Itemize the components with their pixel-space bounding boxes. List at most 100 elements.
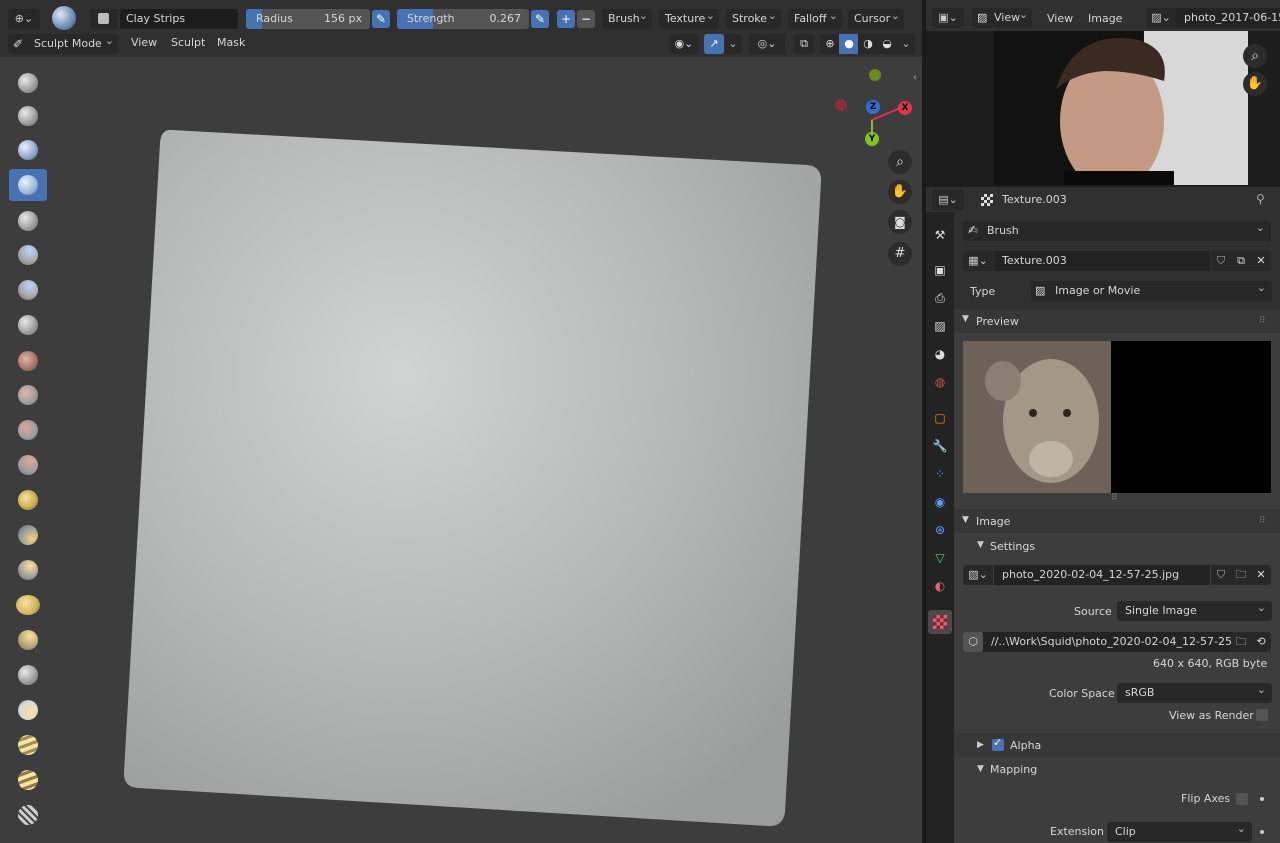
- duplicate-icon[interactable]: ⧉: [1231, 251, 1251, 271]
- modifier-tab-icon[interactable]: 🔧: [932, 438, 948, 454]
- image-editor-menu-view[interactable]: View: [1047, 12, 1073, 25]
- stroke-menu[interactable]: Stroke: [726, 6, 781, 29]
- flip-axes-checkbox[interactable]: [1236, 793, 1248, 805]
- texture-tab-icon[interactable]: [928, 610, 952, 634]
- smooth-tool-icon[interactable]: [9, 379, 47, 411]
- xray-icon[interactable]: ⧉: [794, 34, 814, 54]
- inflate-tool-icon[interactable]: [9, 274, 47, 306]
- render-tab-icon[interactable]: ▣: [932, 262, 948, 278]
- texture-context-dropdown[interactable]: Brush: [963, 218, 1271, 241]
- shading-solid-icon[interactable]: ●: [839, 34, 859, 54]
- cursor-menu[interactable]: Cursor: [848, 6, 904, 29]
- image-fake-user-icon[interactable]: ⛉: [1211, 565, 1231, 585]
- image-zoom-icon[interactable]: ⌕: [1243, 44, 1267, 68]
- object-tab-icon[interactable]: ▢: [932, 410, 948, 426]
- blob-tool-icon[interactable]: [9, 309, 47, 341]
- thumb-tool-icon[interactable]: [9, 694, 47, 726]
- preview-collapse-icon[interactable]: ▼: [962, 314, 969, 324]
- shading-wireframe-icon[interactable]: ⊕: [820, 34, 840, 54]
- image-file-browse-icon[interactable]: ▨⌄: [963, 565, 993, 585]
- particles-tab-icon[interactable]: ⁘: [932, 466, 948, 482]
- image-drag-handle[interactable]: ⠿: [1259, 516, 1266, 526]
- multiplane-scrape-tool-icon[interactable]: [9, 519, 47, 551]
- image-pan-hand-icon[interactable]: ✋: [1243, 72, 1267, 96]
- view-layer-tab-icon[interactable]: ▨: [932, 318, 948, 334]
- mapping-subpanel-title[interactable]: Mapping: [990, 763, 1037, 776]
- draw-sharp-tool-icon[interactable]: [9, 100, 47, 132]
- settings-collapse-icon[interactable]: ▼: [977, 540, 984, 550]
- overlay-icon[interactable]: ◎⌄: [749, 34, 785, 54]
- image-editor-menu-image[interactable]: Image: [1088, 12, 1122, 25]
- sidebar-toggle-icon[interactable]: ‹: [913, 72, 922, 86]
- scrape-tool-icon[interactable]: [9, 484, 47, 516]
- clay-strips-tool-icon[interactable]: [9, 169, 47, 201]
- snake-hook-tool-icon[interactable]: [9, 659, 47, 691]
- flip-axes-keyframe-dot[interactable]: [1260, 797, 1264, 801]
- constraints-tab-icon[interactable]: ⊛: [932, 522, 948, 538]
- axis-y-neg-dot[interactable]: [869, 69, 881, 81]
- texture-menu[interactable]: Texture: [659, 6, 719, 29]
- menu-view[interactable]: View: [131, 36, 157, 49]
- color-space-dropdown[interactable]: sRGB: [1117, 680, 1272, 703]
- preview-resize-handle[interactable]: ⠿: [1111, 493, 1118, 503]
- 3d-viewport[interactable]: [0, 57, 922, 843]
- output-tab-icon[interactable]: ⎙: [932, 290, 948, 306]
- image-collapse-icon[interactable]: ▼: [962, 515, 969, 525]
- gizmo-toggle-icon[interactable]: ↗: [704, 34, 724, 54]
- mode-dropdown[interactable]: Sculpt Mode: [8, 31, 118, 54]
- texture-browse-icon[interactable]: ▦⌄: [963, 251, 993, 271]
- subtract-direction-icon[interactable]: −: [577, 10, 595, 28]
- brush-menu[interactable]: Brush: [602, 6, 652, 29]
- pinch-tool-icon[interactable]: [9, 554, 47, 586]
- strength-pressure-icon[interactable]: ✎: [531, 10, 549, 28]
- radius-pressure-icon[interactable]: ✎: [372, 10, 390, 28]
- data-tab-icon[interactable]: ▽: [932, 550, 948, 566]
- add-direction-icon[interactable]: +: [557, 10, 575, 28]
- image-browse-icon[interactable]: ▨⌄: [1146, 8, 1176, 28]
- zoom-icon[interactable]: ⌕: [888, 150, 912, 174]
- flatten-tool-icon[interactable]: [9, 414, 47, 446]
- settings-subpanel-title[interactable]: Settings: [990, 540, 1035, 553]
- grab-tool-icon[interactable]: [9, 589, 47, 621]
- clay-thumb-tool-icon[interactable]: [9, 205, 47, 237]
- filepath-pack-icon[interactable]: ⬡: [963, 632, 983, 652]
- draw-tool-icon[interactable]: [9, 67, 47, 99]
- falloff-menu[interactable]: Falloff: [788, 6, 842, 29]
- editor-type-button[interactable]: ⊕⌄: [8, 9, 40, 29]
- shading-material-icon[interactable]: ◑: [858, 34, 878, 54]
- extension-keyframe-dot[interactable]: [1260, 830, 1264, 834]
- pose-tool-icon[interactable]: [9, 729, 47, 761]
- rotate-tool-icon[interactable]: [9, 799, 47, 831]
- crease-tool-icon[interactable]: [9, 345, 47, 377]
- gizmo-dropdown-icon[interactable]: ⌄: [725, 34, 741, 54]
- image-unlink-icon[interactable]: ✕: [1251, 565, 1271, 585]
- unlink-close-icon[interactable]: ✕: [1251, 251, 1271, 271]
- type-dropdown[interactable]: Image or Movie: [1031, 278, 1272, 301]
- reload-icon[interactable]: ⟲: [1251, 632, 1271, 652]
- nudge-tool-icon[interactable]: [9, 764, 47, 796]
- physics-tab-icon[interactable]: ◉: [932, 494, 948, 510]
- mapping-collapse-icon[interactable]: ▼: [977, 764, 984, 774]
- filepath-folder-icon[interactable]: 🗀: [1231, 632, 1251, 652]
- menu-sculpt[interactable]: Sculpt: [171, 36, 205, 49]
- image-open-folder-icon[interactable]: 🗀: [1231, 565, 1251, 585]
- alpha-checkbox[interactable]: [992, 736, 1004, 751]
- tool-tab-icon[interactable]: ⚒: [932, 227, 948, 243]
- image-file-field[interactable]: photo_2020-02-04_12-57-25.jpg: [994, 565, 1210, 585]
- sculpt-plane[interactable]: [0, 57, 922, 843]
- shading-dropdown-icon[interactable]: ⌄: [897, 34, 915, 54]
- strength-slider[interactable]: Strength 0.267: [397, 9, 529, 29]
- layer-tool-icon[interactable]: [9, 239, 47, 271]
- view-as-render-checkbox[interactable]: [1256, 709, 1268, 721]
- fake-user-shield-icon[interactable]: ⛉: [1211, 251, 1231, 271]
- axis-x-neg-dot[interactable]: [835, 99, 847, 111]
- material-tab-icon[interactable]: ◐: [932, 578, 948, 594]
- clay-tool-icon[interactable]: [9, 134, 47, 166]
- preview-drag-handle[interactable]: ⠿: [1259, 316, 1266, 326]
- world-tab-icon[interactable]: ◍: [932, 374, 948, 390]
- alpha-expand-icon[interactable]: ▶: [977, 740, 984, 750]
- elastic-deform-tool-icon[interactable]: [9, 624, 47, 656]
- scene-tab-icon[interactable]: ◕: [932, 346, 948, 362]
- menu-mask[interactable]: Mask: [217, 36, 245, 49]
- brush-name-field[interactable]: Clay Strips: [120, 9, 238, 29]
